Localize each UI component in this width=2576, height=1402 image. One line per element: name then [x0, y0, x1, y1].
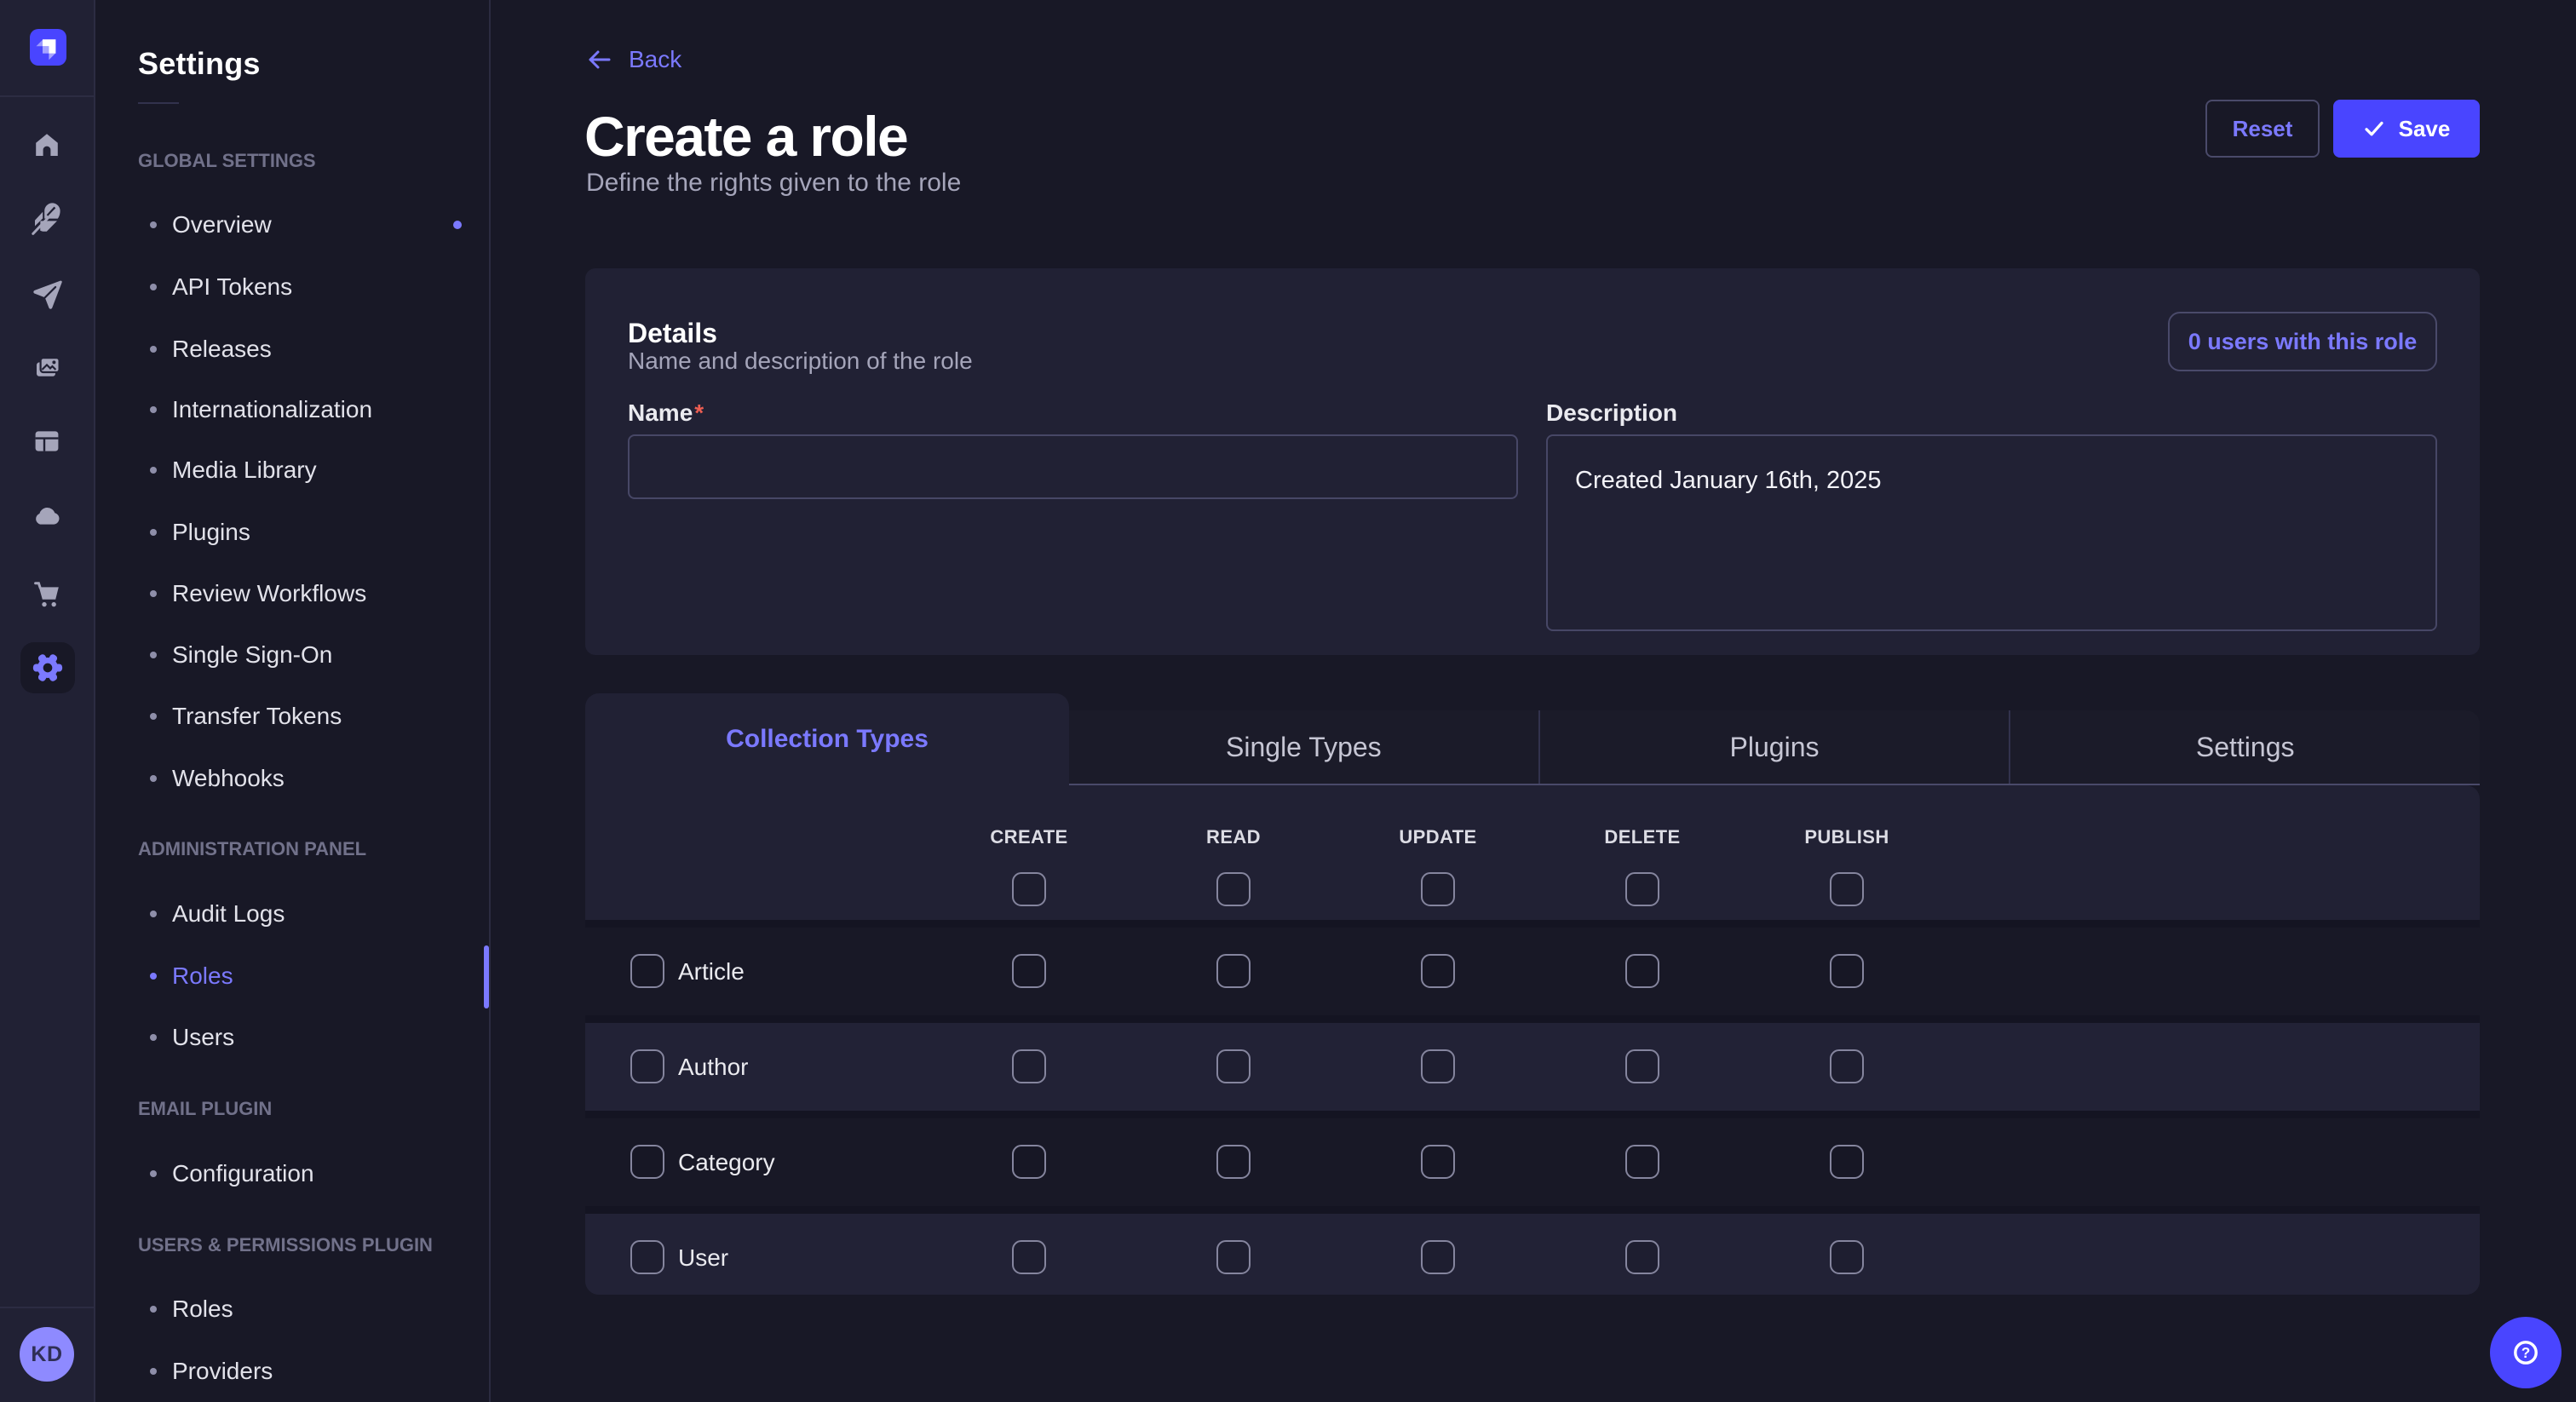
- svg-text:?: ?: [2521, 1344, 2531, 1361]
